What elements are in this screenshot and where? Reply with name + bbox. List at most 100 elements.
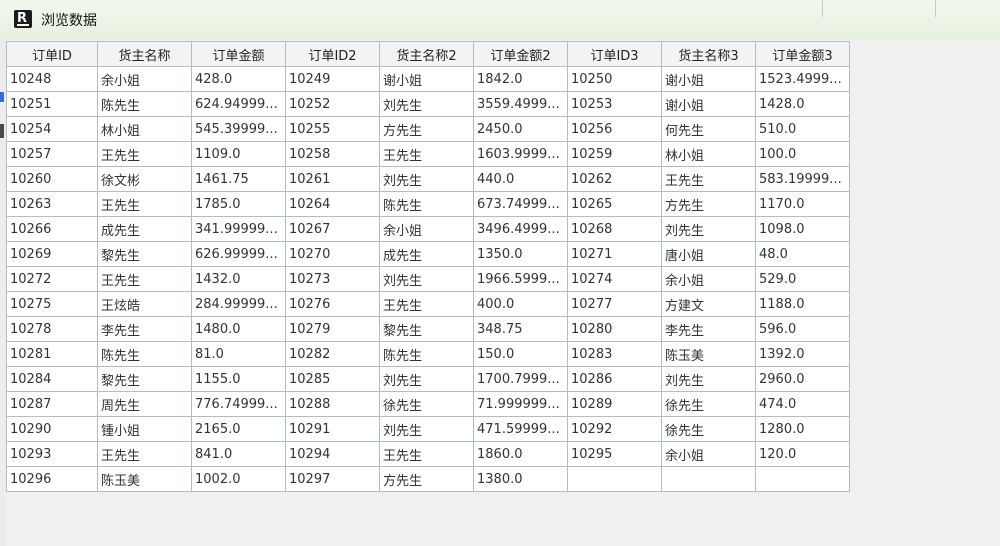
table-cell[interactable]: 474.0 bbox=[755, 391, 850, 417]
table-row[interactable]: 10281 陈先生 81.0 10282 陈先生 150.0 10283 陈玉美 1392.0 bbox=[6, 341, 850, 367]
table-cell[interactable]: 1523.4999... bbox=[755, 66, 850, 92]
table-cell[interactable]: 成先生 bbox=[379, 241, 474, 267]
table-cell[interactable]: 341.99999... bbox=[191, 216, 286, 242]
table-cell[interactable]: 陈先生 bbox=[379, 341, 474, 367]
table-row[interactable]: 10272 王先生 1432.0 10273 刘先生 1966.5999... 10274 余… bbox=[6, 266, 850, 292]
table-cell[interactable]: 林小姐 bbox=[661, 141, 756, 167]
table-cell[interactable]: 王先生 bbox=[97, 141, 192, 167]
table-cell[interactable]: 王先生 bbox=[97, 441, 192, 467]
table-cell[interactable]: 黎先生 bbox=[97, 366, 192, 392]
table-cell[interactable]: 81.0 bbox=[191, 341, 286, 367]
table-cell[interactable]: 626.99999... bbox=[191, 241, 286, 267]
table-cell[interactable]: 黎先生 bbox=[379, 316, 474, 342]
column-header[interactable]: 订单金额3 bbox=[755, 41, 850, 67]
table-cell[interactable]: 1002.0 bbox=[191, 466, 286, 492]
table-cell[interactable]: 1188.0 bbox=[755, 291, 850, 317]
table-cell[interactable]: 10248 bbox=[6, 66, 98, 92]
table-cell[interactable]: 徐先生 bbox=[661, 416, 756, 442]
table-cell[interactable]: 1966.5999... bbox=[473, 266, 568, 292]
table-cell[interactable]: 10254 bbox=[6, 116, 98, 142]
table-cell[interactable]: 方建文 bbox=[661, 291, 756, 317]
table-cell[interactable]: 10257 bbox=[6, 141, 98, 167]
table-cell[interactable]: 545.39999... bbox=[191, 116, 286, 142]
table-cell[interactable] bbox=[661, 466, 756, 492]
table-cell[interactable]: 1392.0 bbox=[755, 341, 850, 367]
table-cell[interactable]: 10274 bbox=[567, 266, 662, 292]
table-cell[interactable]: 120.0 bbox=[755, 441, 850, 467]
column-header[interactable]: 订单ID bbox=[6, 41, 98, 67]
table-cell[interactable]: 583.19999... bbox=[755, 166, 850, 192]
table-cell[interactable] bbox=[567, 466, 662, 492]
table-cell[interactable]: 陈玉美 bbox=[97, 466, 192, 492]
table-row[interactable]: 10266 成先生 341.99999... 10267 余小姐 3496.4999...… bbox=[6, 216, 850, 242]
table-cell[interactable]: 71.999999... bbox=[473, 391, 568, 417]
table-cell[interactable]: 1785.0 bbox=[191, 191, 286, 217]
table-cell[interactable]: 刘先生 bbox=[661, 216, 756, 242]
table-cell[interactable]: 方先生 bbox=[661, 191, 756, 217]
table-cell[interactable]: 400.0 bbox=[473, 291, 568, 317]
table-cell[interactable]: 10259 bbox=[567, 141, 662, 167]
table-cell[interactable]: 徐文彬 bbox=[97, 166, 192, 192]
table-row[interactable]: 10287 周先生 776.74999... 10288 徐先生 71.999999...… bbox=[6, 391, 850, 417]
table-cell[interactable]: 周先生 bbox=[97, 391, 192, 417]
table-cell[interactable]: 10268 bbox=[567, 216, 662, 242]
table-cell[interactable]: 1461.75 bbox=[191, 166, 286, 192]
table-cell[interactable]: 624.94999... bbox=[191, 91, 286, 117]
table-cell[interactable]: 刘先生 bbox=[379, 366, 474, 392]
table-row[interactable]: 10260 徐文彬 1461.75 10261 刘先生 440.0 10262 王先生 583.… bbox=[6, 166, 850, 192]
table-cell[interactable]: 841.0 bbox=[191, 441, 286, 467]
column-header[interactable]: 货主名称 bbox=[97, 41, 192, 67]
table-cell[interactable]: 10249 bbox=[285, 66, 380, 92]
table-cell[interactable]: 王先生 bbox=[97, 266, 192, 292]
table-row[interactable]: 10257 王先生 1109.0 10258 王先生 1603.9999... 10259 林… bbox=[6, 141, 850, 167]
table-cell[interactable]: 1860.0 bbox=[473, 441, 568, 467]
table-cell[interactable]: 李先生 bbox=[97, 316, 192, 342]
table-cell[interactable]: 10256 bbox=[567, 116, 662, 142]
table-cell[interactable]: 刘先生 bbox=[379, 166, 474, 192]
table-cell[interactable]: 3559.4999... bbox=[473, 91, 568, 117]
table-cell[interactable]: 10270 bbox=[285, 241, 380, 267]
table-cell[interactable]: 48.0 bbox=[755, 241, 850, 267]
table-row[interactable]: 10278 李先生 1480.0 10279 黎先生 348.75 10280 李先生 596.… bbox=[6, 316, 850, 342]
table-row[interactable]: 10296 陈玉美 1002.0 10297 方先生 1380.0 bbox=[6, 466, 850, 492]
table-cell[interactable]: 776.74999... bbox=[191, 391, 286, 417]
table-cell[interactable]: 方先生 bbox=[379, 116, 474, 142]
table-cell[interactable]: 1109.0 bbox=[191, 141, 286, 167]
table-cell[interactable]: 428.0 bbox=[191, 66, 286, 92]
column-header[interactable]: 订单金额2 bbox=[473, 41, 568, 67]
table-cell[interactable]: 余小姐 bbox=[661, 266, 756, 292]
table-cell[interactable]: 10285 bbox=[285, 366, 380, 392]
table-cell[interactable]: 2165.0 bbox=[191, 416, 286, 442]
table-cell[interactable]: 刘先生 bbox=[661, 366, 756, 392]
table-cell[interactable]: 10266 bbox=[6, 216, 98, 242]
table-cell[interactable]: 刘先生 bbox=[379, 416, 474, 442]
data-grid[interactable]: 订单ID 货主名称 订单金额 订单ID2 货主名称2 订单金额2 订单ID3 货主名称3 订单金… bbox=[6, 41, 850, 492]
table-cell[interactable]: 596.0 bbox=[755, 316, 850, 342]
table-cell[interactable]: 471.59999... bbox=[473, 416, 568, 442]
table-cell[interactable]: 10297 bbox=[285, 466, 380, 492]
table-cell[interactable]: 10262 bbox=[567, 166, 662, 192]
table-cell[interactable]: 284.99999... bbox=[191, 291, 286, 317]
table-cell[interactable]: 1480.0 bbox=[191, 316, 286, 342]
table-cell[interactable]: 10263 bbox=[6, 191, 98, 217]
table-cell[interactable]: 10264 bbox=[285, 191, 380, 217]
table-row[interactable]: 10248 余小姐 428.0 10249 谢小姐 1842.0 10250 谢小姐 1523.… bbox=[6, 66, 850, 92]
table-cell[interactable]: 10255 bbox=[285, 116, 380, 142]
table-cell[interactable]: 529.0 bbox=[755, 266, 850, 292]
table-cell[interactable]: 673.74999... bbox=[473, 191, 568, 217]
table-cell[interactable]: 10291 bbox=[285, 416, 380, 442]
table-cell[interactable]: 方先生 bbox=[379, 466, 474, 492]
table-cell[interactable]: 1432.0 bbox=[191, 266, 286, 292]
table-cell[interactable]: 10295 bbox=[567, 441, 662, 467]
table-cell[interactable]: 10287 bbox=[6, 391, 98, 417]
table-cell[interactable]: 徐先生 bbox=[379, 391, 474, 417]
table-cell[interactable]: 10273 bbox=[285, 266, 380, 292]
table-cell[interactable]: 10261 bbox=[285, 166, 380, 192]
table-cell[interactable]: 陈先生 bbox=[97, 91, 192, 117]
table-cell[interactable]: 10252 bbox=[285, 91, 380, 117]
table-cell[interactable]: 10265 bbox=[567, 191, 662, 217]
table-cell[interactable]: 陈玉美 bbox=[661, 341, 756, 367]
table-cell[interactable]: 1098.0 bbox=[755, 216, 850, 242]
table-cell[interactable]: 1155.0 bbox=[191, 366, 286, 392]
table-cell[interactable]: 10278 bbox=[6, 316, 98, 342]
